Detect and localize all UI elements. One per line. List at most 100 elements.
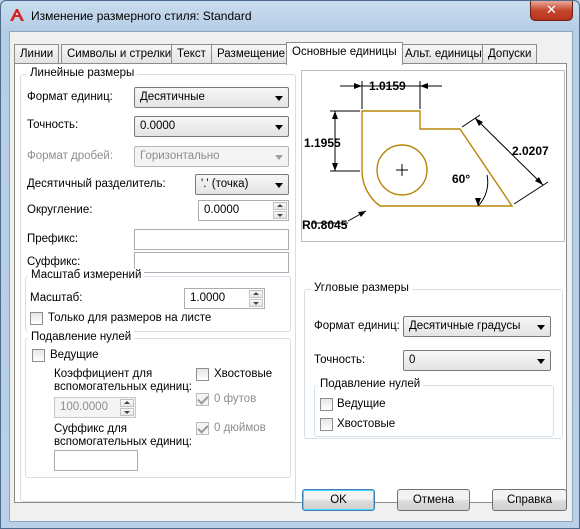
tab-lines[interactable]: Линии [14,44,60,64]
angular-unit-format-select[interactable]: Десятичные градусы [403,316,551,337]
precision-select[interactable]: 0.0000 [134,116,289,137]
scale-factor-spinner[interactable]: 1.0000 [184,288,265,309]
angular-precision-label: Точность: [314,354,366,366]
chevron-down-icon [275,125,283,130]
tab-label: Линии [20,48,54,60]
input-value: 1.0000 [190,292,226,304]
unit-format-select[interactable]: Десятичные [134,87,289,108]
select-value: Десятичные градусы [409,320,521,332]
help-button[interactable]: Справка [492,489,567,511]
spin-up-icon[interactable] [249,290,263,298]
angular-unit-format-label: Формат единиц: [314,320,400,332]
spin-buttons[interactable] [273,202,287,219]
tab-label: Допуски [488,48,532,60]
spin-down-icon[interactable] [249,299,263,307]
spin-buttons[interactable] [120,399,134,416]
chevron-down-icon [537,325,545,330]
autocad-icon [10,9,24,21]
zero-feet-checkbox[interactable] [196,393,209,406]
select-value: 0.0000 [140,120,176,132]
dialog-client: Линии Символы и стрелки Текст Размещение… [9,31,573,522]
angular-precision-select[interactable]: 0 [403,350,551,371]
zero-inches-label: 0 дюймов [214,422,266,434]
sub-units-factor-label-line2: вспомогательных единиц: [54,381,192,393]
close-button[interactable]: ✕ [530,1,573,21]
ok-button[interactable]: OK [302,489,375,511]
angular-trailing-zeros-checkbox[interactable] [320,418,333,431]
suffix-input[interactable] [134,252,289,273]
trailing-zeros-checkbox[interactable] [196,368,209,381]
tab-label: Альт. единицы [405,48,482,60]
cancel-button[interactable]: Отмена [397,489,470,511]
angular-leading-zeros-checkbox[interactable] [320,398,333,411]
prefix-label: Префикс: [27,233,79,245]
round-off-label: Округление: [27,204,93,216]
preview-part-outline [361,110,514,207]
dim-left-text: 1.1955 [304,136,341,150]
group-title: Подавление нулей [28,331,135,343]
close-icon: ✕ [546,2,557,17]
primary-units-page: Линейные размеры Формат единиц: Десятичн… [14,63,567,503]
unit-format-label: Формат единиц: [27,91,113,103]
suffix-label: Суффикс: [27,256,81,268]
chevron-down-icon [537,359,545,364]
leading-zeros-label: Ведущие [50,349,99,361]
sub-units-suffix-label-line1: Суффикс для [54,423,128,435]
layout-only-label: Только для размеров на листе [48,312,212,324]
spin-up-icon[interactable] [273,202,287,210]
spin-up-icon[interactable] [120,399,134,407]
prefix-input[interactable] [134,229,289,250]
window-title: Изменение размерного стиля: Standard [31,9,252,23]
tab-primary-units[interactable]: Основные единицы [286,42,403,65]
angular-zero-suppression-group: Подавление нулей Ведущие Хвостовые [314,378,554,437]
fraction-format-label: Формат дробей: [27,150,114,162]
dim-top-text: 1.0159 [369,79,406,93]
decimal-separator-label: Десятичный разделитель: [27,178,166,190]
angular-leading-zeros-label: Ведущие [337,398,386,410]
chevron-down-icon [275,183,283,188]
select-value: 0 [409,354,416,366]
measurement-scale-group: Масштаб измерений Масштаб: 1.0000 Только… [25,269,291,332]
select-value: '.' (точка) [201,178,249,190]
tab-tolerances[interactable]: Допуски [482,44,538,64]
sub-units-factor-spinner[interactable]: 100.0000 [54,397,136,418]
spin-buttons[interactable] [249,290,263,307]
layout-only-checkbox[interactable] [30,312,43,325]
chevron-down-icon [275,96,283,101]
round-off-spinner[interactable]: 0.0000 [198,200,289,221]
preview-panel: 1.0159 1.1955 2.0207 60° R0.8045 [301,70,565,242]
fraction-format-select[interactable]: Горизонтально [134,146,289,167]
sub-units-suffix-label-line2: вспомогательных единиц: [54,436,192,448]
input-value: 0.0000 [204,204,240,216]
group-title: Угловые размеры [311,282,412,294]
dim-right-text: 2.0207 [512,144,549,158]
spin-down-icon[interactable] [273,211,287,219]
group-title: Масштаб измерений [28,269,145,281]
input-value: 100.0000 [60,401,108,413]
zero-feet-label: 0 футов [214,393,257,405]
scale-factor-label: Масштаб: [30,292,83,304]
sub-units-factor-label-line1: Коэффициент для [54,368,153,380]
dim-angle-text: 60° [452,172,470,186]
button-label: Отмена [412,494,455,506]
tab-alternate-units[interactable]: Альт. единицы [399,44,488,64]
group-title: Подавление нулей [317,378,424,390]
zero-inches-checkbox[interactable] [196,422,209,435]
trailing-zeros-label: Хвостовые [214,368,273,380]
select-value: Горизонтально [140,150,220,162]
tab-text[interactable]: Текст [171,44,212,64]
title-bar[interactable]: Изменение размерного стиля: Standard ✕ [1,1,579,31]
button-label: Справка [506,494,553,506]
sub-units-suffix-input[interactable] [54,450,138,471]
tab-label: Символы и стрелки [67,48,172,60]
tab-label: Основные единицы [292,46,397,58]
dialog-window: Изменение размерного стиля: Standard ✕ Л… [0,0,580,529]
chevron-down-icon [275,155,283,160]
tab-label: Текст [177,48,206,60]
leading-zeros-checkbox[interactable] [32,349,45,362]
tab-fit[interactable]: Размещение [211,44,292,64]
spin-down-icon[interactable] [120,408,134,416]
decimal-separator-select[interactable]: '.' (точка) [195,174,289,195]
dimension-preview-drawing: 1.0159 1.1955 2.0207 60° R0.8045 [302,79,549,232]
tab-symbols-arrows[interactable]: Символы и стрелки [61,44,178,64]
